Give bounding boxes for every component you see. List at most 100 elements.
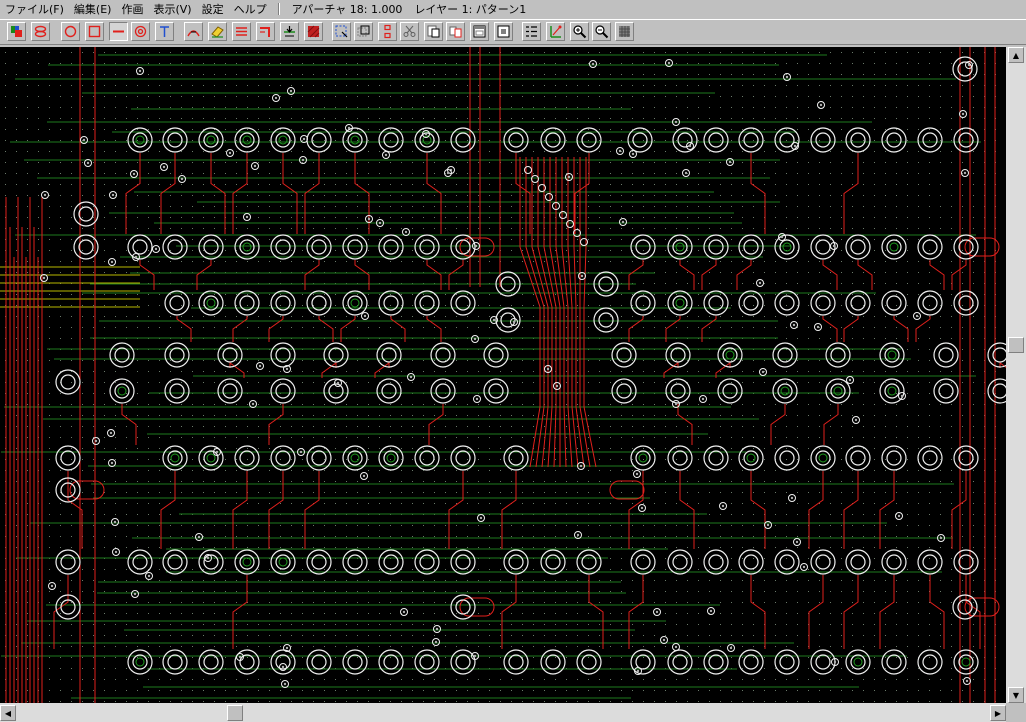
arc-tool[interactable]: [184, 22, 203, 41]
via-hole: [833, 660, 837, 664]
scroll-up-button[interactable]: ▲: [1008, 47, 1024, 63]
via-hole: [238, 655, 242, 659]
menu-view[interactable]: 表示(V): [148, 1, 196, 17]
circle-tool[interactable]: [61, 22, 80, 41]
horizontal-scrollbar[interactable]: ◀ ▶: [0, 703, 1006, 722]
window-tool[interactable]: [470, 22, 489, 41]
via-hole: [915, 314, 919, 318]
zoom-in-tool[interactable]: [570, 22, 589, 41]
via-hole: [832, 244, 836, 248]
via-hole: [446, 171, 450, 175]
menu-help[interactable]: ヘルプ: [229, 1, 272, 17]
zoom-in-icon: [573, 25, 587, 39]
frame-tool[interactable]: [494, 22, 513, 41]
via-hole: [473, 337, 477, 341]
menu-settings[interactable]: 設定: [197, 1, 229, 17]
paste-icon: [427, 25, 440, 38]
via-hole: [580, 274, 584, 278]
vertical-scrollbar[interactable]: ▲ ▼: [1006, 47, 1026, 703]
via-hole: [162, 165, 166, 169]
via-hole: [299, 450, 303, 454]
via-hole: [854, 418, 858, 422]
duplicate-tool[interactable]: [446, 22, 465, 41]
menu-edit[interactable]: 編集(E): [69, 1, 117, 17]
via-hole: [301, 158, 305, 162]
via-hole: [636, 669, 640, 673]
text-tool[interactable]: [155, 22, 174, 41]
via-hole: [94, 439, 98, 443]
via-hole: [285, 646, 289, 650]
via-hole: [792, 323, 796, 327]
grid-list-tool[interactable]: [522, 22, 541, 41]
via-hole: [939, 536, 943, 540]
paste-tool[interactable]: [424, 22, 443, 41]
via-hole: [197, 535, 201, 539]
via-hole: [635, 472, 639, 476]
menu-file[interactable]: ファイル(F): [0, 1, 69, 17]
via-hole: [965, 679, 969, 683]
scissors-icon: [403, 25, 416, 37]
menu-draw[interactable]: 作画: [116, 1, 148, 17]
via-hole: [802, 565, 806, 569]
via-hole: [655, 610, 659, 614]
via-hole: [206, 556, 210, 560]
eraser-tool[interactable]: [208, 22, 227, 41]
vertical-scroll-thumb[interactable]: [1008, 336, 1024, 353]
frame-icon: [497, 25, 510, 38]
via-hole: [111, 193, 115, 197]
via-hole: [402, 610, 406, 614]
scroll-right-button[interactable]: ▶: [990, 705, 1006, 721]
horizontal-scroll-thumb[interactable]: [226, 705, 243, 721]
via-hole: [435, 627, 439, 631]
via-hole: [475, 397, 479, 401]
via-hole: [479, 516, 483, 520]
via-hole: [795, 540, 799, 544]
corner-trace-tool[interactable]: [256, 22, 275, 41]
via-hole: [640, 506, 644, 510]
text-icon: [160, 26, 169, 37]
via-hole: [285, 367, 289, 371]
via-hole: [110, 461, 114, 465]
move-tool[interactable]: [354, 22, 373, 41]
fill-tool[interactable]: [304, 22, 323, 41]
via-hole: [963, 171, 967, 175]
via-hole: [618, 149, 622, 153]
parallel-line-tool[interactable]: [232, 22, 251, 41]
via-hole: [555, 384, 559, 388]
via-hole: [86, 161, 90, 165]
via-hole: [728, 160, 732, 164]
layer-color-tool[interactable]: [7, 22, 26, 41]
pcb-canvas[interactable]: [0, 47, 1006, 703]
align-tool[interactable]: [280, 22, 299, 41]
scroll-left-button[interactable]: ◀: [0, 705, 16, 721]
cut-tool[interactable]: [400, 22, 419, 41]
aperture-status: アパーチャ 18: 1.000: [291, 2, 403, 16]
via-hole: [134, 255, 138, 259]
eraser-icon: [211, 26, 224, 38]
via-hole: [674, 120, 678, 124]
hatch-fill-icon: [307, 25, 320, 38]
via-hole: [245, 215, 249, 219]
pad-tool[interactable]: [131, 22, 150, 41]
via-hole: [363, 314, 367, 318]
toolbar: [0, 19, 1026, 45]
circle-icon: [64, 25, 77, 38]
grid-tool[interactable]: [615, 22, 634, 41]
via-hole: [113, 520, 117, 524]
via-hole: [701, 397, 705, 401]
measure-tool[interactable]: [546, 22, 565, 41]
layer-set-tool[interactable]: [31, 22, 50, 41]
via-hole: [674, 645, 678, 649]
via-hole: [709, 609, 713, 613]
scroll-down-button[interactable]: ▼: [1008, 687, 1024, 703]
via-hole: [474, 244, 478, 248]
via-hole: [347, 126, 351, 130]
via-hole: [251, 402, 255, 406]
line-tool[interactable]: [109, 22, 128, 41]
copy-tool[interactable]: [378, 22, 397, 41]
zoom-out-tool[interactable]: [592, 22, 611, 41]
via-hole: [688, 144, 692, 148]
rectangle-tool[interactable]: [85, 22, 104, 41]
via-hole: [384, 153, 388, 157]
select-tool[interactable]: [332, 22, 351, 41]
